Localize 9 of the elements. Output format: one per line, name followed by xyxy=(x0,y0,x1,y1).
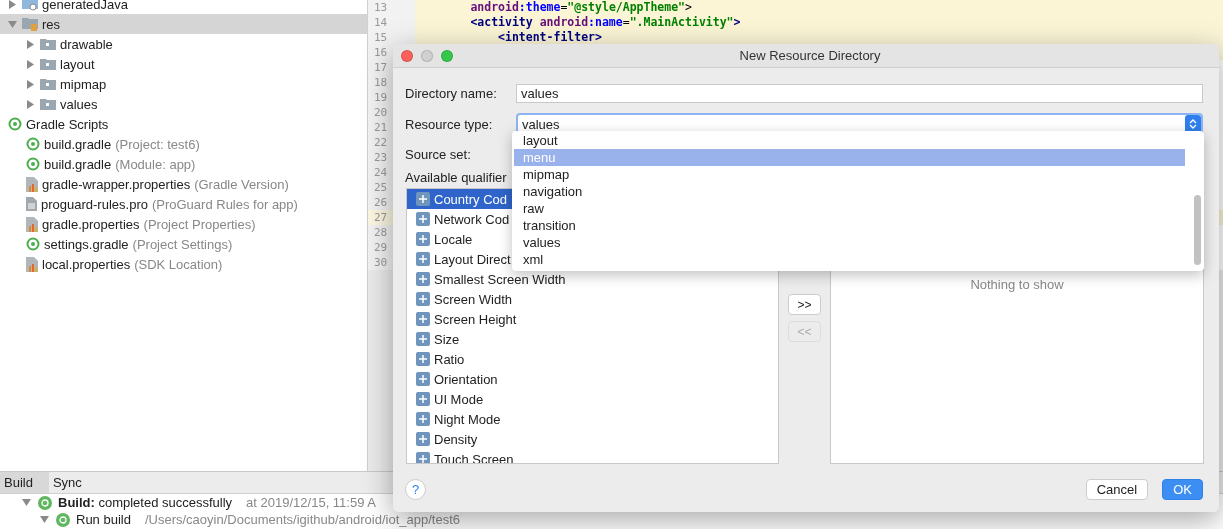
line-number: 15 xyxy=(368,30,415,45)
window-title: New Resource Directory xyxy=(738,48,882,63)
empty-message: Nothing to show xyxy=(970,277,1064,293)
build-status: Build: completed successfully xyxy=(58,495,233,510)
line-number: 13 xyxy=(368,0,415,15)
build-path: /Users/caoyin/Documents/igithub/android/iot_app/test6 xyxy=(144,512,460,527)
line-number: 14 xyxy=(368,15,415,30)
build-time: at 2019/12/15, 11:59 A xyxy=(246,495,376,510)
build-step: Run build xyxy=(76,512,131,527)
